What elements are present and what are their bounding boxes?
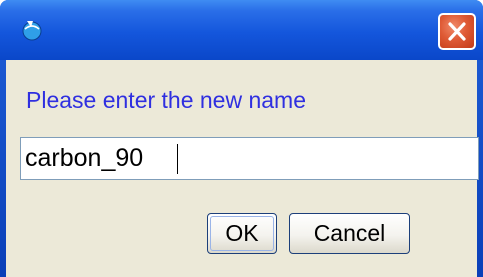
java-app-icon [22,21,42,41]
prompt-label: Please enter the new name [26,87,307,113]
text-caret [177,144,178,174]
title-bar[interactable] [0,0,483,60]
cancel-button[interactable]: Cancel [289,213,410,254]
close-icon [448,22,466,41]
ok-button[interactable]: OK [207,213,277,254]
dialog-content: Please enter the new name OK Cancel [6,60,479,277]
name-input[interactable] [20,137,479,180]
close-button[interactable] [438,13,476,50]
rename-dialog: Please enter the new name OK Cancel [0,0,483,277]
